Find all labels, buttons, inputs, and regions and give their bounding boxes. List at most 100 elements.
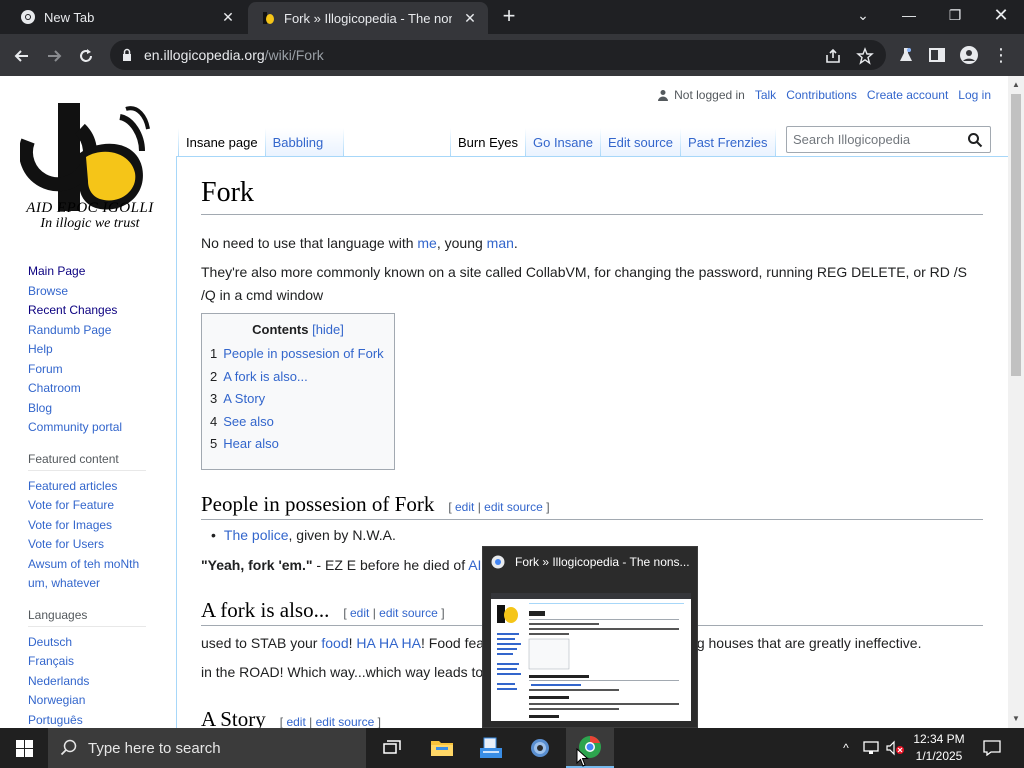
address-bar[interactable]: en.illogicopedia.org/wiki/Fork — [110, 40, 886, 70]
tab-babbling[interactable]: Babbling — [265, 128, 343, 157]
scrollbar-thumb[interactable] — [1011, 94, 1021, 376]
sidebar-item-chatroom[interactable]: Chatroom — [28, 379, 168, 399]
user-icon — [658, 90, 669, 101]
page-scrollbar[interactable]: ▲ ▼ — [1008, 76, 1024, 728]
tab-title: Fork » Illogicopedia - The nonse — [284, 10, 452, 26]
food-link[interactable]: food — [321, 635, 348, 651]
toc-link[interactable]: People in possesion of Fork — [223, 346, 383, 361]
sidebar-item-whatever[interactable]: um, whatever — [28, 574, 168, 594]
search-icon[interactable] — [967, 132, 983, 148]
toc-item[interactable]: 3 A Story — [210, 388, 386, 411]
menu-kebab-icon[interactable]: ⋮ — [990, 44, 1012, 66]
ai-link[interactable]: AI — [468, 557, 481, 573]
toc-link[interactable]: A fork is also... — [223, 369, 308, 384]
profile-icon[interactable] — [958, 44, 980, 66]
notifications-icon[interactable] — [978, 728, 1006, 768]
tab-past-frenzies[interactable]: Past Frenzies — [681, 128, 775, 157]
talk-link[interactable]: Talk — [755, 88, 776, 102]
sidebar-item-browse[interactable]: Browse — [28, 282, 168, 302]
edit-link[interactable]: edit — [455, 500, 474, 514]
scroll-up-icon[interactable]: ▲ — [1012, 80, 1020, 89]
preview-thumbnail[interactable] — [491, 593, 691, 721]
toc-link[interactable]: See also — [223, 414, 274, 429]
task-view-button[interactable] — [368, 728, 416, 768]
taskbar-search-input[interactable]: Type here to search — [48, 728, 366, 768]
window-close-button[interactable]: ✕ — [978, 0, 1024, 30]
me-link[interactable]: me — [417, 235, 436, 251]
tab-burn-eyes[interactable]: Burn Eyes — [451, 128, 525, 157]
tab-fork[interactable]: Fork » Illogicopedia - The nonse ✕ — [248, 2, 488, 34]
man-link[interactable]: man — [487, 235, 514, 251]
reload-button[interactable] — [72, 42, 100, 70]
file-explorer-button[interactable] — [418, 728, 466, 768]
sidebar-item-awsum[interactable]: Awsum of teh moNth — [28, 555, 168, 575]
ha-ha-ha-link[interactable]: HA HA HA — [356, 635, 421, 651]
sidebar-item-randumb-page[interactable]: Randumb Page — [28, 321, 168, 341]
sidebar-item-recent-changes[interactable]: Recent Changes — [28, 301, 168, 321]
labs-flask-icon[interactable] — [895, 44, 917, 66]
toc-item[interactable]: 1 People in possesion of Fork — [210, 343, 386, 366]
sidebar-item-community-portal[interactable]: Community portal — [28, 418, 168, 438]
edit-source-link[interactable]: edit source — [484, 500, 543, 514]
lock-icon[interactable] — [120, 48, 134, 62]
lang-francais[interactable]: Français — [28, 652, 168, 672]
lang-nederlands[interactable]: Nederlands — [28, 672, 168, 692]
edit-link[interactable]: edit — [350, 606, 369, 620]
lang-portugues[interactable]: Português — [28, 711, 168, 729]
new-tab-button[interactable]: + — [498, 5, 520, 28]
tab-edit-source[interactable]: Edit source — [600, 128, 681, 157]
reload-icon — [80, 49, 92, 62]
edit-source-link[interactable]: edit source — [379, 606, 438, 620]
contributions-link[interactable]: Contributions — [786, 88, 857, 102]
restore-button[interactable]: ❐ — [932, 0, 978, 30]
toc-hide-link[interactable]: [hide] — [312, 322, 344, 337]
browser-toolbar: en.illogicopedia.org/wiki/Fork ⋮ — [0, 34, 1024, 76]
tray-chevron-icon[interactable]: ^ — [836, 728, 856, 768]
sidebar-item-forum[interactable]: Forum — [28, 360, 168, 380]
tab-new-tab[interactable]: New Tab ✕ — [8, 0, 246, 34]
start-button[interactable] — [0, 728, 48, 768]
bookmark-star-icon[interactable] — [856, 47, 874, 65]
tab-insane-page[interactable]: Insane page — [179, 128, 265, 157]
volume-muted-icon[interactable] — [884, 728, 906, 768]
featured-heading: Featured content — [28, 452, 146, 471]
forward-button[interactable] — [40, 42, 68, 70]
sidebar-item-featured-articles[interactable]: Featured articles — [28, 477, 168, 497]
back-button[interactable] — [8, 42, 36, 70]
minimize-button[interactable]: — — [886, 0, 932, 30]
edit-source-link[interactable]: edit source — [316, 715, 375, 728]
create-account-link[interactable]: Create account — [867, 88, 948, 102]
edit-link[interactable]: edit — [286, 715, 305, 728]
sidebar-item-vote-users[interactable]: Vote for Users — [28, 535, 168, 555]
preview-title: Fork » Illogicopedia - The nons... — [491, 555, 690, 569]
login-link[interactable]: Log in — [958, 88, 991, 102]
toc-item[interactable]: 2 A fork is also... — [210, 366, 386, 389]
toc-item[interactable]: 4 See also — [210, 411, 386, 434]
system-clock[interactable]: 12:34 PM 1/1/2025 — [906, 731, 972, 765]
toc-link[interactable]: Hear also — [223, 436, 279, 451]
logo-tagline: In illogic we trust — [40, 216, 140, 231]
lang-norwegian[interactable]: Norwegian — [28, 691, 168, 711]
sidebar-item-help[interactable]: Help — [28, 340, 168, 360]
close-icon[interactable]: ✕ — [220, 9, 236, 25]
sidebar-item-blog[interactable]: Blog — [28, 399, 168, 419]
police-link[interactable]: The police — [224, 527, 289, 543]
chrome-taskbar-button[interactable] — [566, 728, 614, 768]
document-app-button[interactable] — [467, 728, 515, 768]
network-icon[interactable] — [860, 728, 882, 768]
scroll-down-icon[interactable]: ▼ — [1012, 714, 1020, 723]
settings-button[interactable] — [516, 728, 564, 768]
toc-item[interactable]: 5 Hear also — [210, 433, 386, 456]
lang-deutsch[interactable]: Deutsch — [28, 633, 168, 653]
taskbar-window-preview[interactable]: Fork » Illogicopedia - The nons... — [482, 546, 698, 728]
toc-link[interactable]: A Story — [223, 391, 265, 406]
share-icon[interactable] — [824, 47, 842, 65]
search-input[interactable]: Search Illogicopedia — [786, 126, 991, 153]
tab-search-chevron-icon[interactable]: ⌄ — [840, 0, 886, 30]
sidebar-item-vote-images[interactable]: Vote for Images — [28, 516, 168, 536]
side-panel-icon[interactable] — [926, 44, 948, 66]
sidebar-item-vote-feature[interactable]: Vote for Feature — [28, 496, 168, 516]
tab-go-insane[interactable]: Go Insane — [525, 128, 600, 157]
sidebar-item-main-page[interactable]: Main Page — [28, 262, 168, 282]
close-icon[interactable]: ✕ — [462, 10, 478, 26]
